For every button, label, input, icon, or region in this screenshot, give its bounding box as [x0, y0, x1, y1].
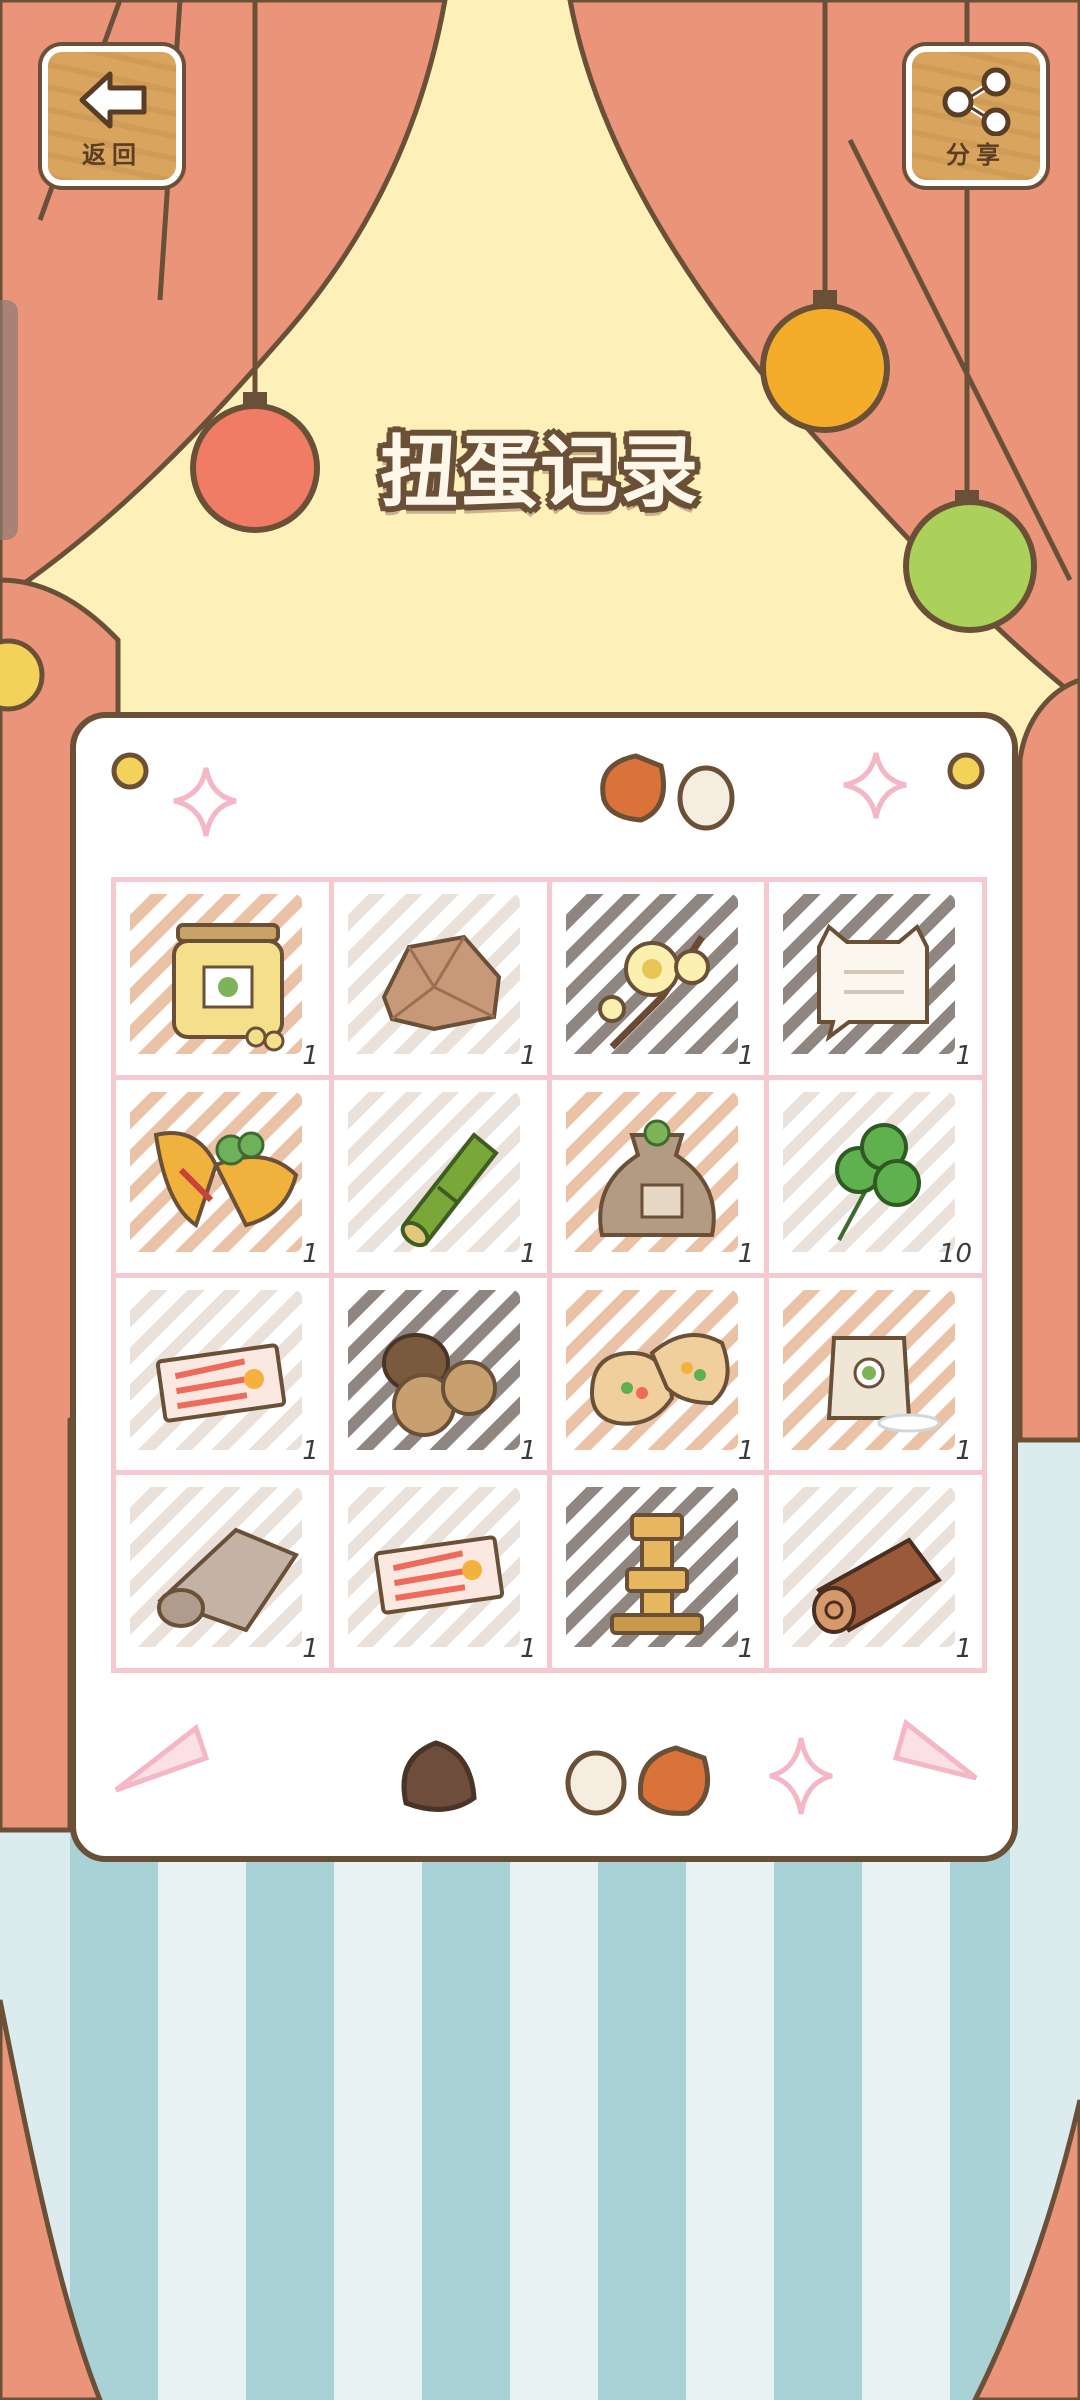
chestnut-icon: [600, 753, 666, 823]
capsule-record-board: 1 1 1 1 1 1 1 10 1 1 1 1 1 1 1 1: [70, 712, 1018, 1862]
game-screen: 返回 分享 扭蛋记录 1 1 1 1 1 1 1 10 1 1 1 1 1 1 …: [0, 0, 1080, 2400]
log-icon: [812, 1537, 943, 1635]
back-label: 返回: [82, 141, 142, 169]
item-count: 1: [519, 1436, 537, 1467]
item-count: 1: [737, 1238, 755, 1269]
item-count: 1: [519, 1238, 537, 1269]
item-count: 1: [519, 1040, 537, 1071]
item-count: 1: [519, 1634, 537, 1664]
bottom-left-curtain: [0, 1999, 103, 2400]
egg-icon: [565, 1750, 627, 1816]
item-cell[interactable]: 1: [116, 1277, 329, 1471]
item-count: 1: [737, 1634, 755, 1664]
item-count: 1: [302, 1634, 319, 1664]
pin-icon: [947, 752, 985, 790]
ticket-icon: [155, 1342, 287, 1423]
sparkle-icon: [173, 767, 237, 837]
sparkle-icon: [769, 1737, 833, 1815]
item-cell[interactable]: 1: [551, 1079, 765, 1273]
item-count: 1: [302, 1238, 319, 1269]
jar-icon: [172, 923, 285, 1052]
item-count: 1: [955, 1040, 972, 1071]
seed-bag-icon: [597, 1119, 716, 1237]
right-curtain-side: [1017, 677, 1080, 1443]
pin-icon: [111, 752, 149, 790]
item-cell[interactable]: 1: [551, 1277, 765, 1471]
item-count: 1: [737, 1436, 755, 1467]
item-cell[interactable]: 10: [769, 1079, 982, 1273]
item-cell[interactable]: 1: [333, 1475, 547, 1668]
item-cell[interactable]: 1: [769, 1277, 982, 1471]
item-cell[interactable]: 1: [116, 1079, 329, 1273]
item-cell[interactable]: 1: [769, 882, 982, 1075]
item-cell[interactable]: 1: [333, 1277, 547, 1471]
item-cell[interactable]: 1: [333, 882, 547, 1075]
sparkle-icon: [843, 752, 907, 819]
item-count: 1: [737, 1040, 755, 1071]
chestnut-icon: [401, 1740, 477, 1812]
cloth-roll-icon: [157, 1527, 300, 1633]
ticket-icon: [373, 1535, 504, 1615]
chestnut-icon: [381, 1332, 497, 1437]
party-horn-icon: [114, 1723, 210, 1793]
item-count: 1: [955, 1634, 972, 1664]
item-cell[interactable]: 1: [333, 1079, 547, 1273]
arrow-left-icon: [79, 71, 147, 129]
share-button[interactable]: 分享: [906, 46, 1046, 186]
chestnut-icon: [637, 1745, 711, 1816]
cat-note-icon: [817, 923, 930, 1043]
bamboo-icon: [400, 1131, 499, 1247]
page-title: 扭蛋记录: [379, 428, 700, 518]
back-button[interactable]: 返回: [42, 46, 182, 186]
clover-icon: [835, 1122, 922, 1241]
item-cell[interactable]: 1: [551, 1475, 765, 1668]
omelette-icon: [153, 1130, 299, 1228]
flour-bag-icon: [827, 1335, 941, 1432]
share-label: 分享: [946, 141, 1006, 169]
share-icon: [942, 67, 1011, 136]
item-count: 1: [302, 1040, 319, 1071]
egg-icon: [677, 765, 735, 831]
item-count: 1: [302, 1436, 319, 1467]
stone-stack-icon: [609, 1513, 704, 1636]
item-count: 1: [955, 1436, 972, 1467]
item-count: 10: [938, 1238, 972, 1269]
rock-icon: [381, 934, 501, 1032]
item-cell[interactable]: 1: [551, 882, 765, 1075]
item-cell[interactable]: 1: [116, 1475, 329, 1668]
pita-icon: [589, 1332, 730, 1426]
party-horn-icon: [892, 1718, 978, 1781]
item-grid: 1 1 1 1 1 1 1 10 1 1 1 1 1 1 1 1: [111, 877, 987, 1673]
flower-branch-icon: [597, 935, 710, 1050]
item-cell[interactable]: 1: [116, 882, 329, 1075]
bottom-right-curtain: [972, 2099, 1080, 2400]
item-cell[interactable]: 1: [769, 1475, 982, 1668]
